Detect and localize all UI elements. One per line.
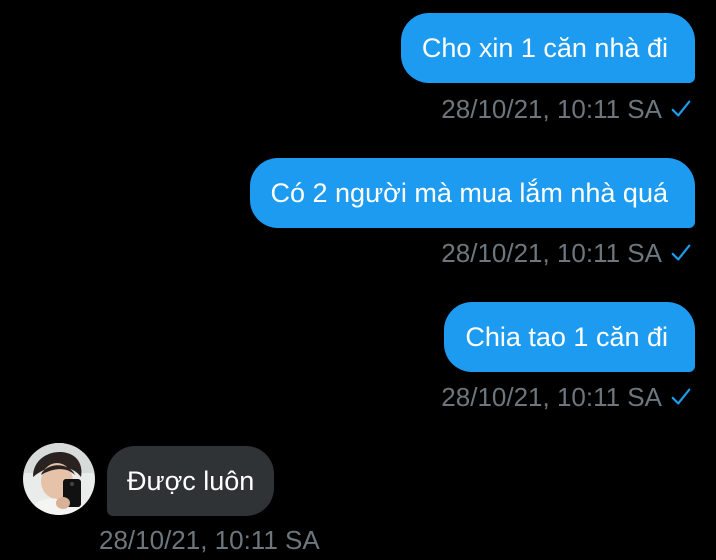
check-icon xyxy=(671,100,691,117)
message-text: Chia tao 1 căn đi xyxy=(465,322,668,352)
message-timestamp: 28/10/21, 10:11 SA xyxy=(441,381,662,412)
message-bubble-outgoing[interactable]: Cho xin 1 căn nhà đi xyxy=(400,13,695,83)
message-timestamp: 28/10/21, 10:11 SA xyxy=(99,525,320,555)
message-bubble-outgoing[interactable]: Chia tao 1 căn đi xyxy=(444,302,695,372)
message-timestamp: 28/10/21, 10:11 SA xyxy=(441,237,662,268)
message-text: Có 2 người mà mua lắm nhà quá xyxy=(270,178,669,208)
message-meta: 28/10/21, 10:11 SA xyxy=(441,92,692,126)
message-meta: 28/10/21, 10:11 SA xyxy=(441,236,692,270)
message-timestamp: 28/10/21, 10:11 SA xyxy=(441,93,662,124)
message-meta: 28/10/21, 10:11 SA xyxy=(99,525,320,556)
message-text: Được luôn xyxy=(127,466,255,496)
avatar[interactable] xyxy=(23,443,95,515)
avatar-icon xyxy=(23,443,95,515)
message-bubble-outgoing[interactable]: Có 2 người mà mua lắm nhà quá xyxy=(249,158,695,228)
message-meta: 28/10/21, 10:11 SA xyxy=(441,380,692,414)
message-text: Cho xin 1 căn nhà đi xyxy=(421,33,668,63)
check-icon xyxy=(671,388,691,405)
check-icon xyxy=(671,244,691,261)
message-bubble-incoming[interactable]: Được luôn xyxy=(107,446,275,516)
